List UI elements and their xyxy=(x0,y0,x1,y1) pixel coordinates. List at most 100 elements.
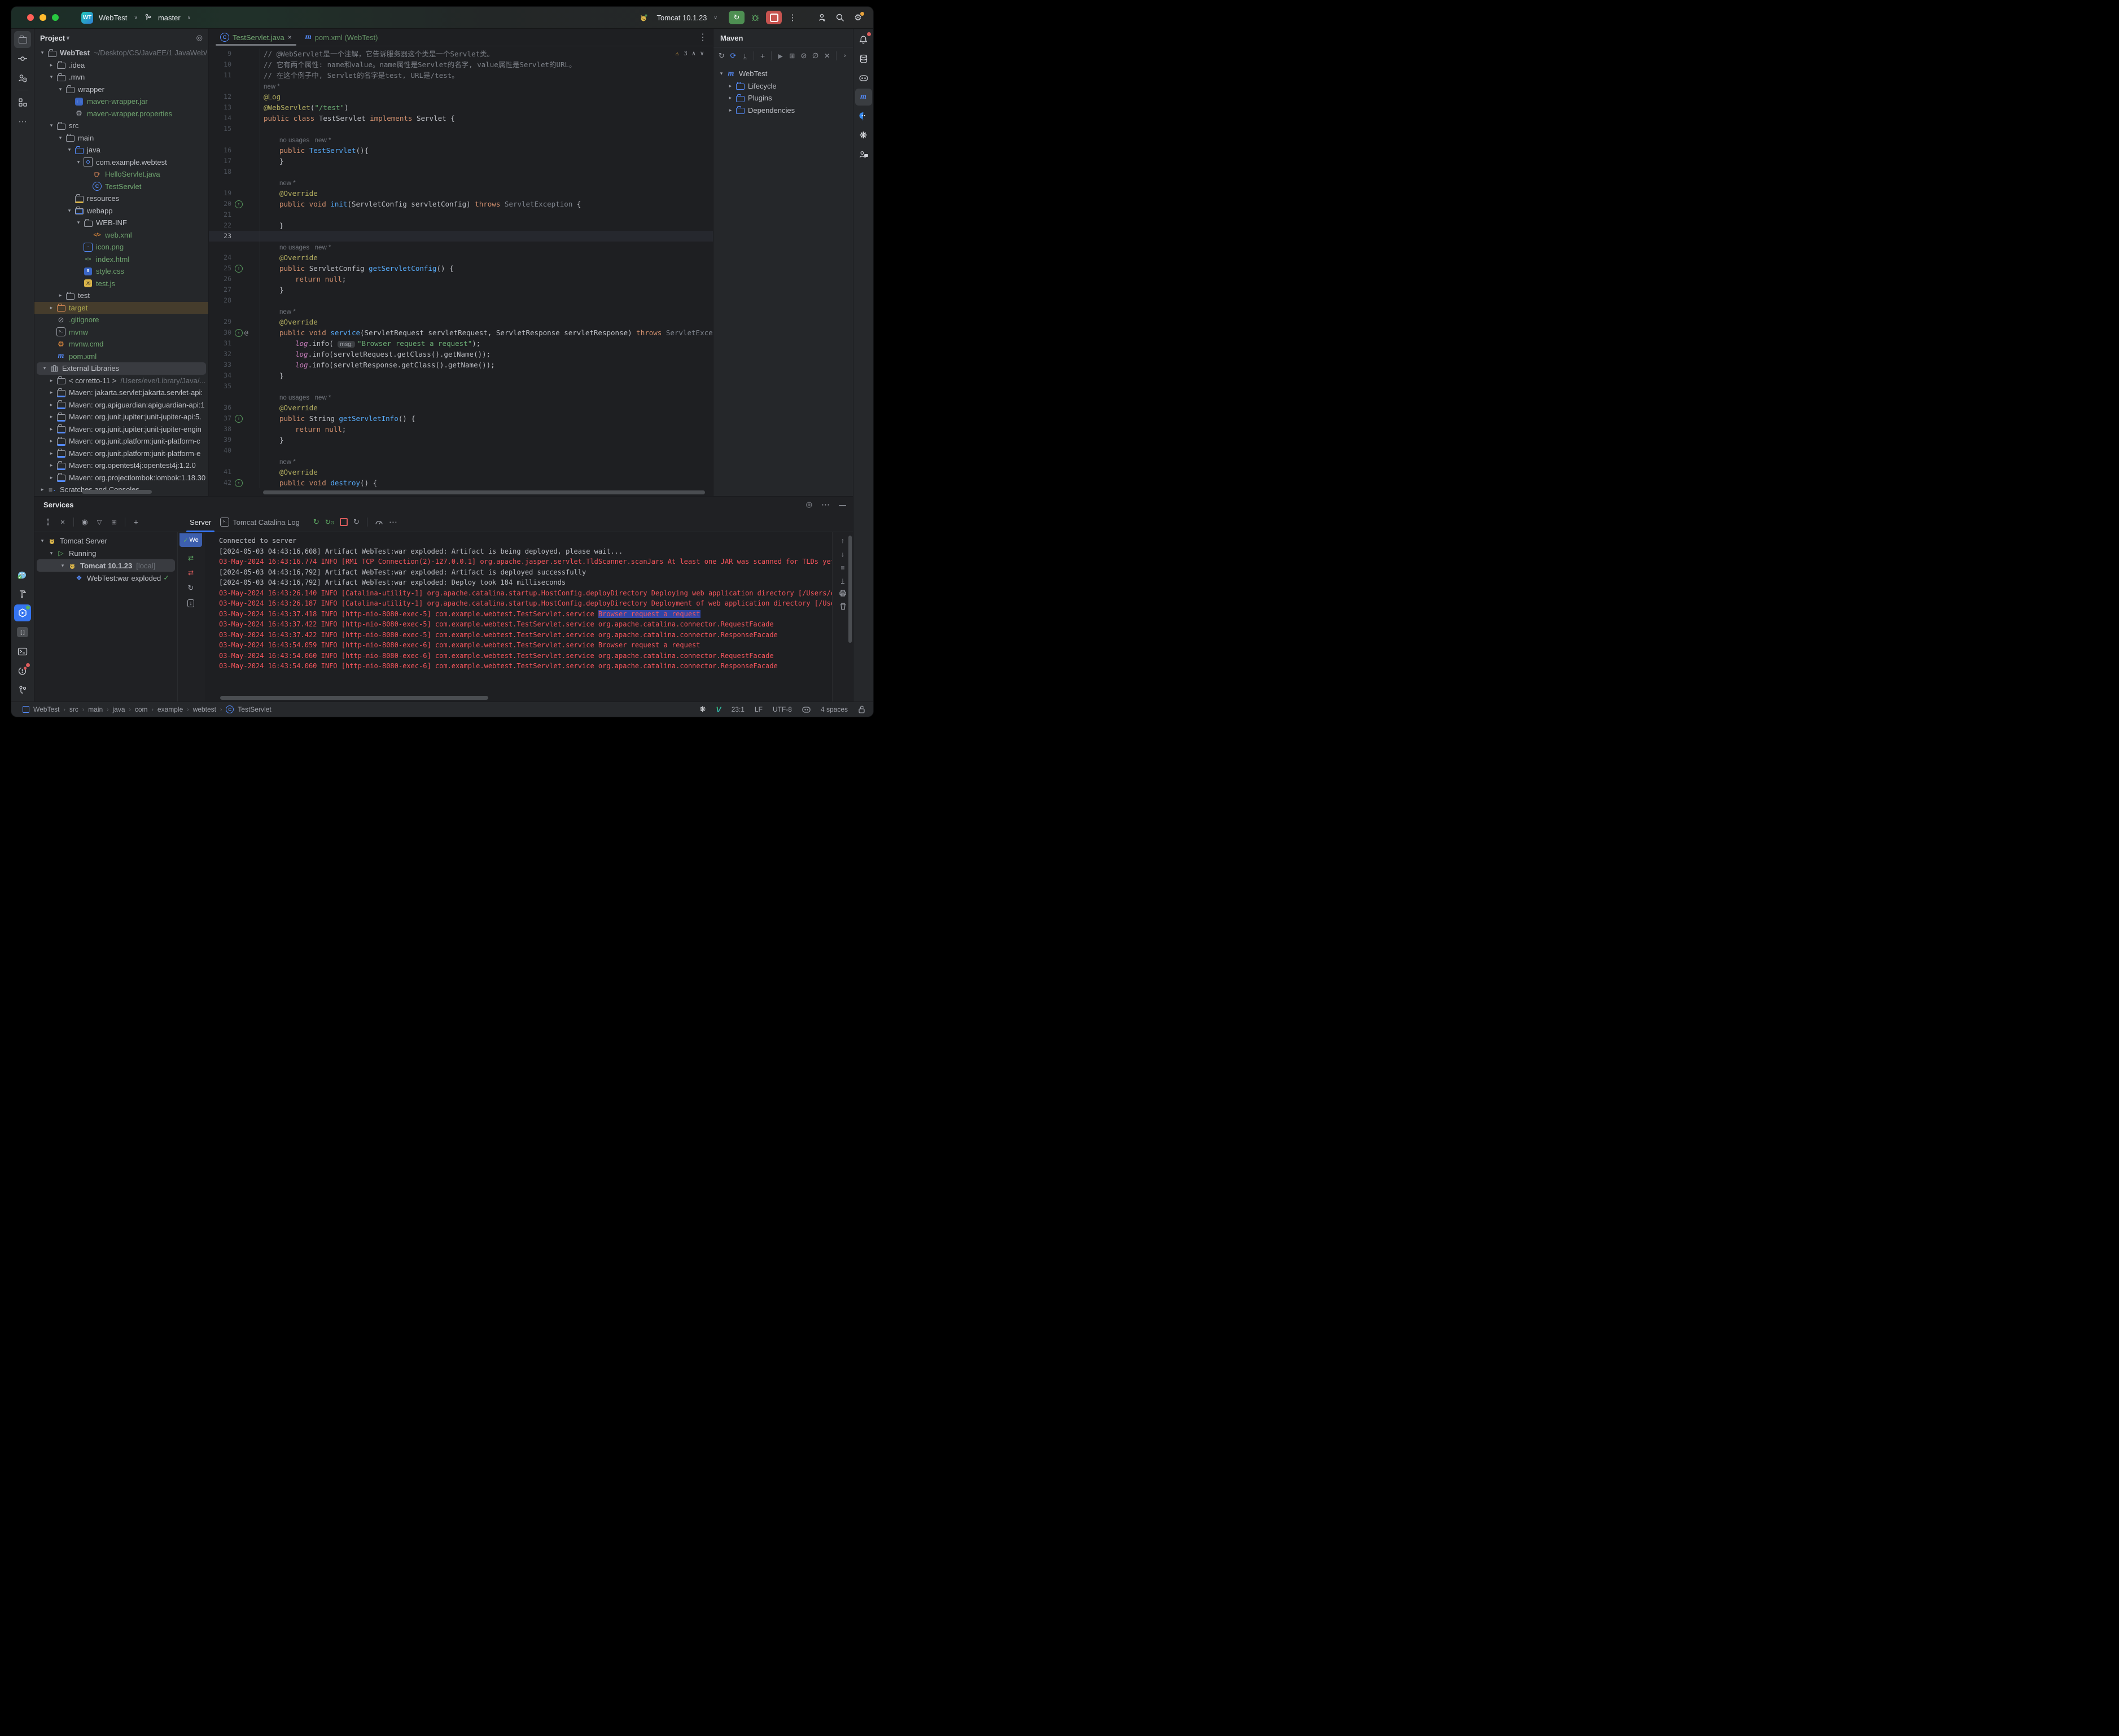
tool-version-control[interactable] xyxy=(14,681,31,698)
project-hscrollbar[interactable] xyxy=(82,490,152,494)
chevron-collapsed-icon[interactable]: ▸ xyxy=(47,305,56,311)
tool-docker[interactable] xyxy=(14,566,31,583)
next-problem-icon[interactable]: ∨ xyxy=(700,50,704,57)
tree-item-.gitignore[interactable]: ⊘ .gitignore xyxy=(34,314,208,326)
code-line-20[interactable]: 20 ↑ public void init(ServletConfig servle… xyxy=(209,199,713,209)
chevron-expanded-icon[interactable]: ▾ xyxy=(717,71,726,77)
tree-item-external-libraries[interactable]: ▾ External Libraries xyxy=(37,362,206,375)
chevron-expanded-icon[interactable]: ▾ xyxy=(56,86,65,93)
tool-build[interactable] xyxy=(14,585,31,602)
import-box-icon[interactable]: ↓ xyxy=(187,599,194,607)
locate-file-icon[interactable]: ◎ xyxy=(196,33,203,42)
runconfig-icon[interactable]: ⊞ xyxy=(787,50,797,62)
gauge-icon[interactable] xyxy=(375,519,383,525)
code-line-10[interactable]: 10 // 它有两个属性: name和value。name属性是Servlet的名… xyxy=(209,59,713,70)
tree-item-lifecycle[interactable]: ▸ Lifecycle xyxy=(713,80,853,93)
server-console[interactable]: Connected to server [2024-05-03 04:43:16,… xyxy=(204,532,832,702)
code-line-27[interactable]: 27} xyxy=(209,284,713,295)
tree-item-src[interactable]: ▾ src xyxy=(34,120,208,132)
services-tab-tomcat-catalina-log[interactable]: >_ Tomcat Catalina Log xyxy=(216,512,304,532)
chevron-collapsed-icon[interactable]: ▸ xyxy=(726,83,735,89)
code-line-23[interactable]: 23 xyxy=(209,231,713,242)
code-line-28[interactable]: 28 xyxy=(209,295,713,306)
console-hscrollbar[interactable] xyxy=(220,696,488,700)
code-line-38[interactable]: 38 return null; xyxy=(209,424,713,435)
code-inlay-row[interactable]: no usages new * xyxy=(209,242,713,252)
tree-item-test[interactable]: ▸ test xyxy=(34,290,208,302)
tree-item-plugins[interactable]: ▸ Plugins xyxy=(713,92,853,104)
tree-item-web-inf[interactable]: ▾ WEB-INF xyxy=(34,217,208,229)
tree-item-.idea[interactable]: ▸ .idea xyxy=(34,59,208,72)
gutter[interactable]: ↑ xyxy=(231,477,260,488)
code-line-18[interactable]: 18 xyxy=(209,166,713,177)
tool-problems[interactable] xyxy=(14,662,31,679)
stop-icon[interactable] xyxy=(340,518,348,526)
collapse-icon[interactable]: ✕ xyxy=(57,519,68,526)
trash-icon[interactable] xyxy=(839,602,847,610)
prev-problem-icon[interactable]: ∧ xyxy=(692,50,696,57)
add-user-button[interactable] xyxy=(815,11,829,24)
rerun-icon[interactable]: ↻ xyxy=(313,518,319,527)
tree-item-pom.xml[interactable]: m pom.xml xyxy=(34,350,208,363)
refresh-icon[interactable]: ↻ xyxy=(188,584,194,593)
tree-item-maven-org.junit.platform-junit-platform-e[interactable]: ▸ Maven: org.junit.platform:junit-platfor… xyxy=(34,448,208,460)
code-line-30[interactable]: 30 ↑ @ public void service(ServletRequest s… xyxy=(209,327,713,338)
tree-item-mvnw[interactable]: >_ mvnw xyxy=(34,326,208,339)
openai-icon[interactable]: ❋ xyxy=(699,705,706,714)
tree-item-maven-wrapper.properties[interactable]: ⚙ maven-wrapper.properties xyxy=(34,108,208,120)
mute-icon[interactable]: ✕ xyxy=(822,50,832,62)
breadcrumb-item[interactable]: src xyxy=(69,705,78,713)
services-tab-server[interactable]: Server xyxy=(185,512,216,532)
tree-item-testservlet[interactable]: C TestServlet xyxy=(34,181,208,193)
file-encoding[interactable]: UTF-8 xyxy=(773,705,792,713)
chevron-expanded-icon[interactable]: ▾ xyxy=(47,74,56,80)
unlock-icon[interactable] xyxy=(858,705,865,713)
tree-item-main[interactable]: ▾ main xyxy=(34,132,208,144)
chevron-collapsed-icon[interactable]: ▸ xyxy=(726,95,735,101)
tree-item-tomcat-server[interactable]: ▾ Tomcat Server xyxy=(34,534,177,547)
tool-copilot[interactable] xyxy=(855,69,872,86)
tree-item-maven-jakarta.servlet-jakarta.servlet-api-[interactable]: ▸ Maven: jakarta.servlet:jakarta.servlet-… xyxy=(34,387,208,399)
target-icon[interactable]: ◎ xyxy=(806,499,812,510)
code-line-42[interactable]: 42 ↑ public void destroy() { xyxy=(209,477,713,488)
code-line-12[interactable]: 12 @Log xyxy=(209,91,713,102)
tree-item-java[interactable]: ▾ java xyxy=(34,144,208,156)
debug-button[interactable] xyxy=(748,11,763,24)
line-separator[interactable]: LF xyxy=(755,705,763,713)
code-line-22[interactable]: 22} xyxy=(209,220,713,231)
breadcrumb-item[interactable]: example xyxy=(157,705,183,713)
eye-icon[interactable]: ◉ xyxy=(79,518,90,527)
breadcrumb-item[interactable]: java xyxy=(113,705,125,713)
tree-item-.mvn[interactable]: ▾ .mvn xyxy=(34,71,208,84)
code-line-16[interactable]: 16 public TestServlet(){ xyxy=(209,145,713,156)
chevron-expanded-icon[interactable]: ▾ xyxy=(56,135,65,141)
tree-item-webtest[interactable]: ▾ WebTest ~/Desktop/CS/JavaEE/1 JavaWeb/ xyxy=(34,47,208,59)
run-configuration-selector[interactable]: Tomcat 10.1.23 xyxy=(657,14,707,22)
gutter[interactable]: ↑ xyxy=(231,413,260,424)
console-vscrollbar[interactable] xyxy=(848,536,852,643)
chevron-collapsed-icon[interactable]: ▸ xyxy=(47,462,56,468)
tree-item-mvnw.cmd[interactable]: ⚙ mvnw.cmd xyxy=(34,338,208,350)
tree-item-style.css[interactable]: Sstyle.css xyxy=(34,265,208,278)
chevron-expanded-icon[interactable]: ▾ xyxy=(40,365,49,371)
code-line-26[interactable]: 26 return null; xyxy=(209,274,713,284)
download-icon[interactable]: ↓ xyxy=(740,50,750,62)
code-line-13[interactable]: 13 @WebServlet("/test") xyxy=(209,102,713,113)
breadcrumb-item[interactable]: WebTest xyxy=(33,705,59,713)
zoom-window-button[interactable] xyxy=(52,14,59,21)
editor-tab-testservlet.java[interactable]: C TestServlet.java × xyxy=(214,29,297,46)
tree-item-tomcat-10.1.23[interactable]: ▾ Tomcat 10.1.23 [local] xyxy=(37,559,175,572)
more-icon[interactable]: ⋯ xyxy=(389,517,397,527)
tree-item-wrapper[interactable]: ▾ wrapper xyxy=(34,84,208,96)
tree-item--corretto-11-[interactable]: ▸ < corretto-11 >/Users/eve/Library/Java/… xyxy=(34,375,208,387)
chevron-collapsed-icon[interactable]: ▸ xyxy=(47,450,56,457)
code-line-37[interactable]: 37 ↑ public String getServletInfo() { xyxy=(209,413,713,424)
tool-database[interactable] xyxy=(855,50,872,67)
project-selector[interactable]: WebTest xyxy=(99,14,127,22)
branch-selector[interactable]: master xyxy=(158,14,181,22)
tree-item-web.xml[interactable]: </> web.xml xyxy=(34,229,208,242)
tree-item-test.js[interactable]: JS test.js xyxy=(34,278,208,290)
chevron-expanded-icon[interactable]: ▾ xyxy=(74,159,83,165)
chevron-collapsed-icon[interactable]: ▸ xyxy=(47,426,56,432)
chevron-expanded-icon[interactable]: ▾ xyxy=(58,563,67,569)
